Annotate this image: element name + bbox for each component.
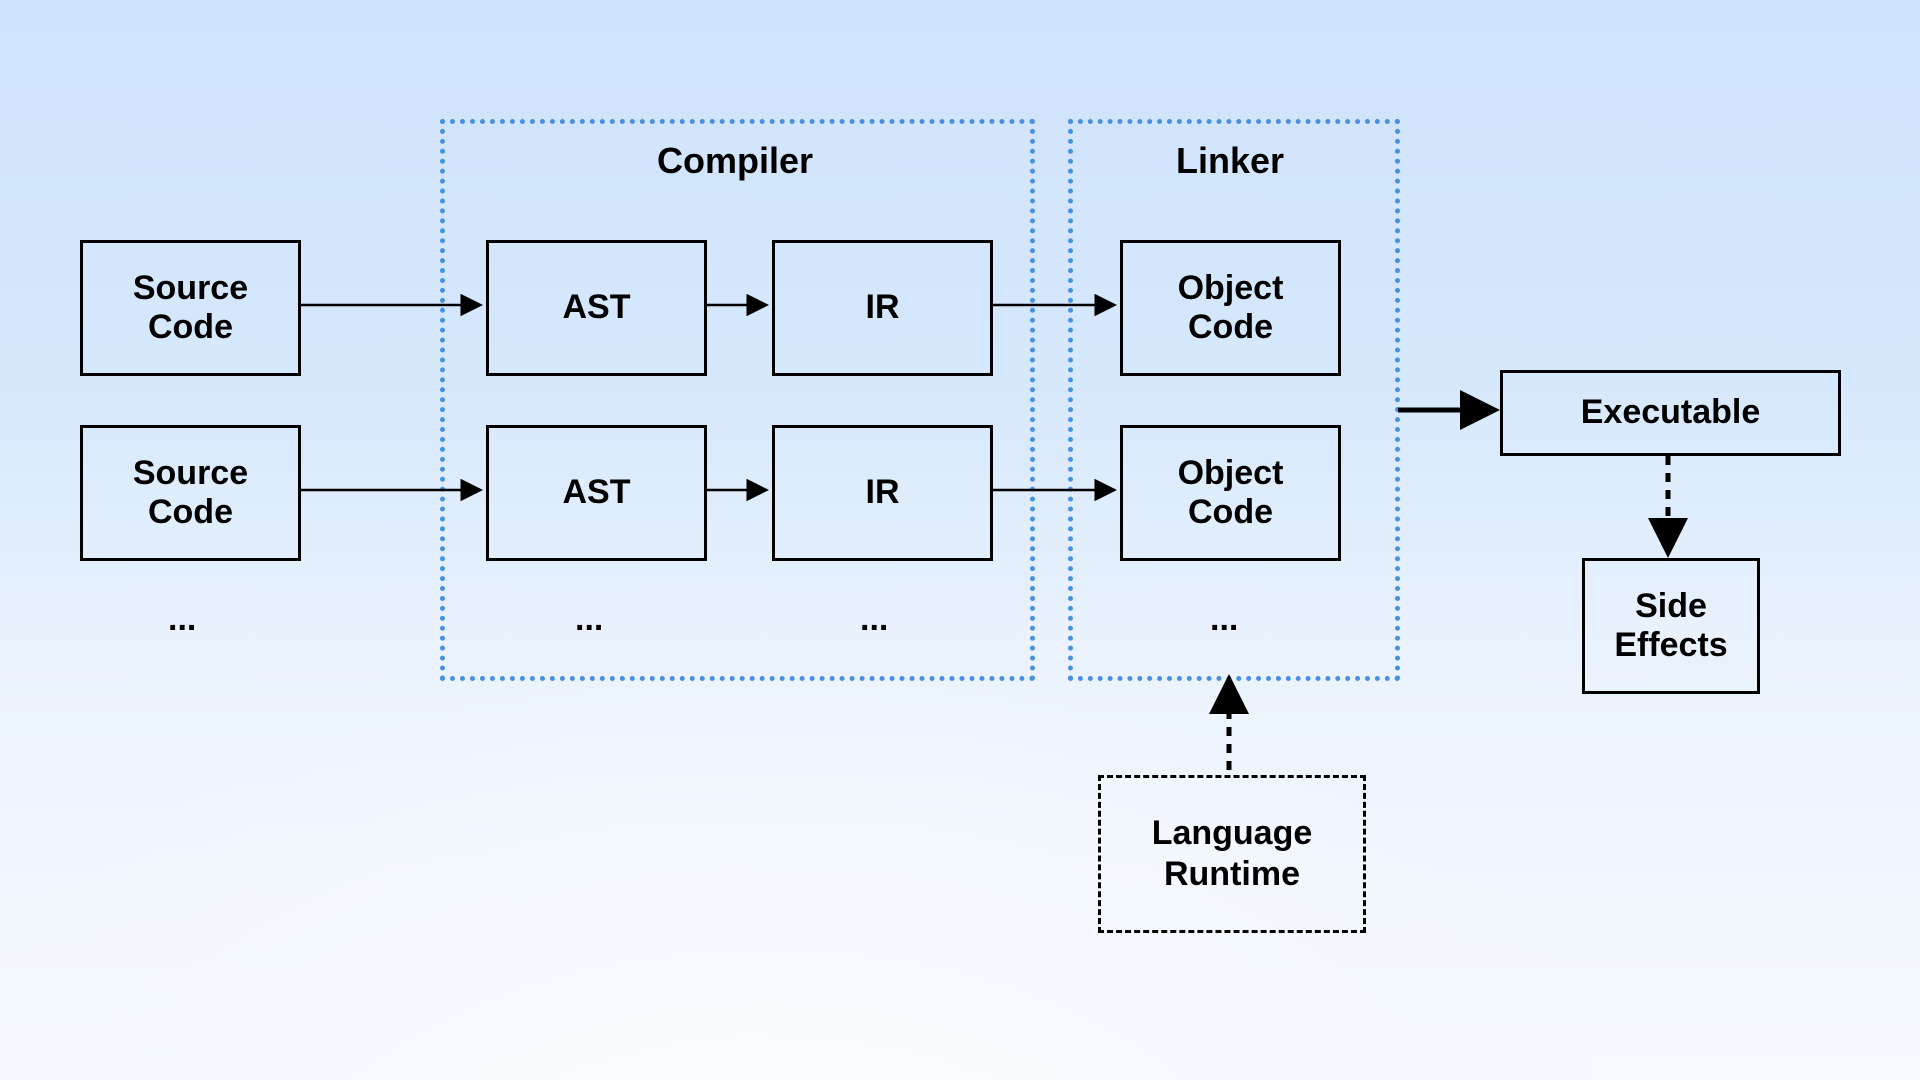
object-code-box-1: Object Code [1120, 240, 1341, 376]
ast-box-1: AST [486, 240, 707, 376]
source-code-box-1: Source Code [80, 240, 301, 376]
linker-title: Linker [1068, 140, 1392, 182]
ellipsis-ir: ... [860, 600, 888, 639]
ellipsis-object: ... [1210, 600, 1238, 639]
ir-box-2: IR [772, 425, 993, 561]
side-effects-box: Side Effects [1582, 558, 1760, 694]
ast-box-2: AST [486, 425, 707, 561]
executable-box: Executable [1500, 370, 1841, 456]
compiler-group [440, 119, 1035, 681]
diagram-canvas: Compiler Linker Source Code AST IR Objec… [0, 0, 1920, 1080]
language-runtime-box: Language Runtime [1098, 775, 1366, 933]
object-code-box-2: Object Code [1120, 425, 1341, 561]
compiler-title: Compiler [440, 140, 1030, 182]
ir-box-1: IR [772, 240, 993, 376]
linker-group [1068, 119, 1400, 681]
source-code-box-2: Source Code [80, 425, 301, 561]
ellipsis-source: ... [168, 600, 196, 639]
ellipsis-ast: ... [575, 600, 603, 639]
